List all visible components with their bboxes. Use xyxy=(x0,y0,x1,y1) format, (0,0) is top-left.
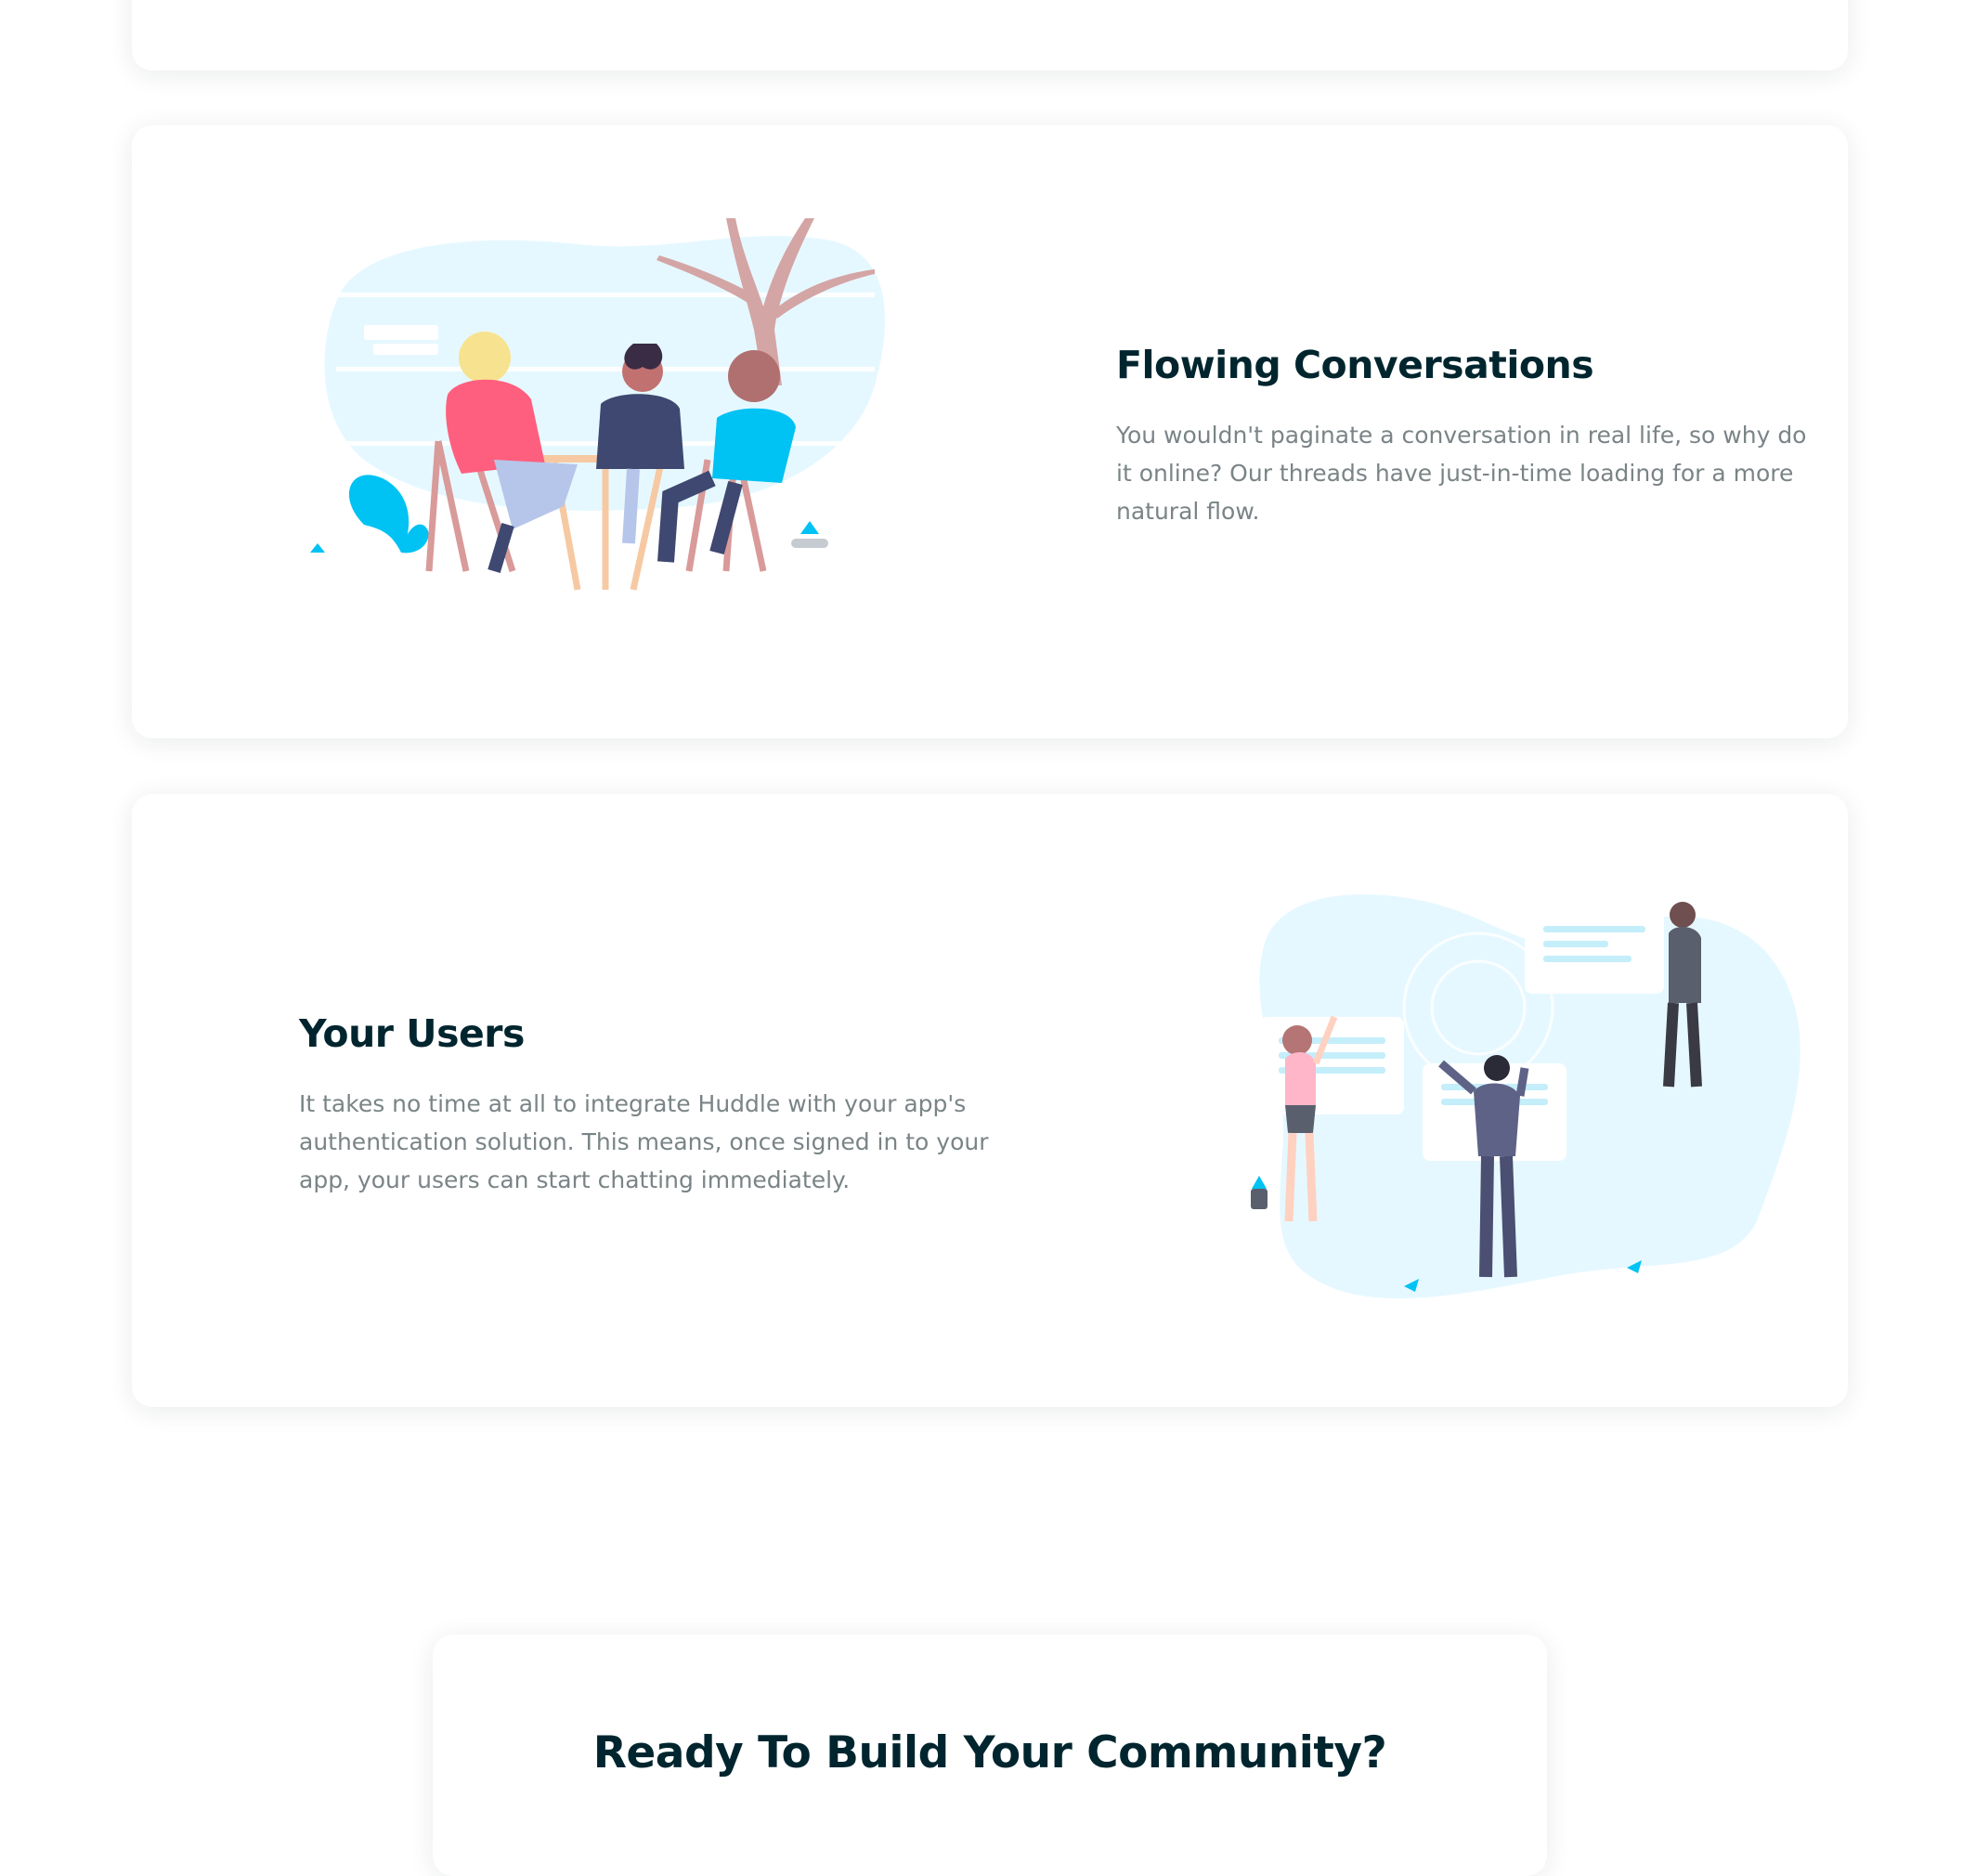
feature-card-your-users: Your Users It takes no time at all to in… xyxy=(132,794,1848,1407)
feature-title: Flowing Conversations xyxy=(1116,343,1594,387)
cta-card: Ready To Build Your Community? xyxy=(433,1635,1547,1876)
feature-title: Your Users xyxy=(299,1011,525,1056)
feature-description: You wouldn't paginate a conversation in … xyxy=(1116,422,1807,525)
feature-card-flowing-conversations: Flowing Conversations You wouldn't pagin… xyxy=(132,125,1848,738)
cta-title: Ready To Build Your Community? xyxy=(592,1727,1387,1778)
users-with-chat-bubbles-illustration xyxy=(1228,868,1803,1333)
people-talking-at-table-illustration xyxy=(299,218,903,645)
previous-feature-card xyxy=(132,0,1848,71)
feature-description: It takes no time at all to integrate Hud… xyxy=(299,1090,989,1193)
